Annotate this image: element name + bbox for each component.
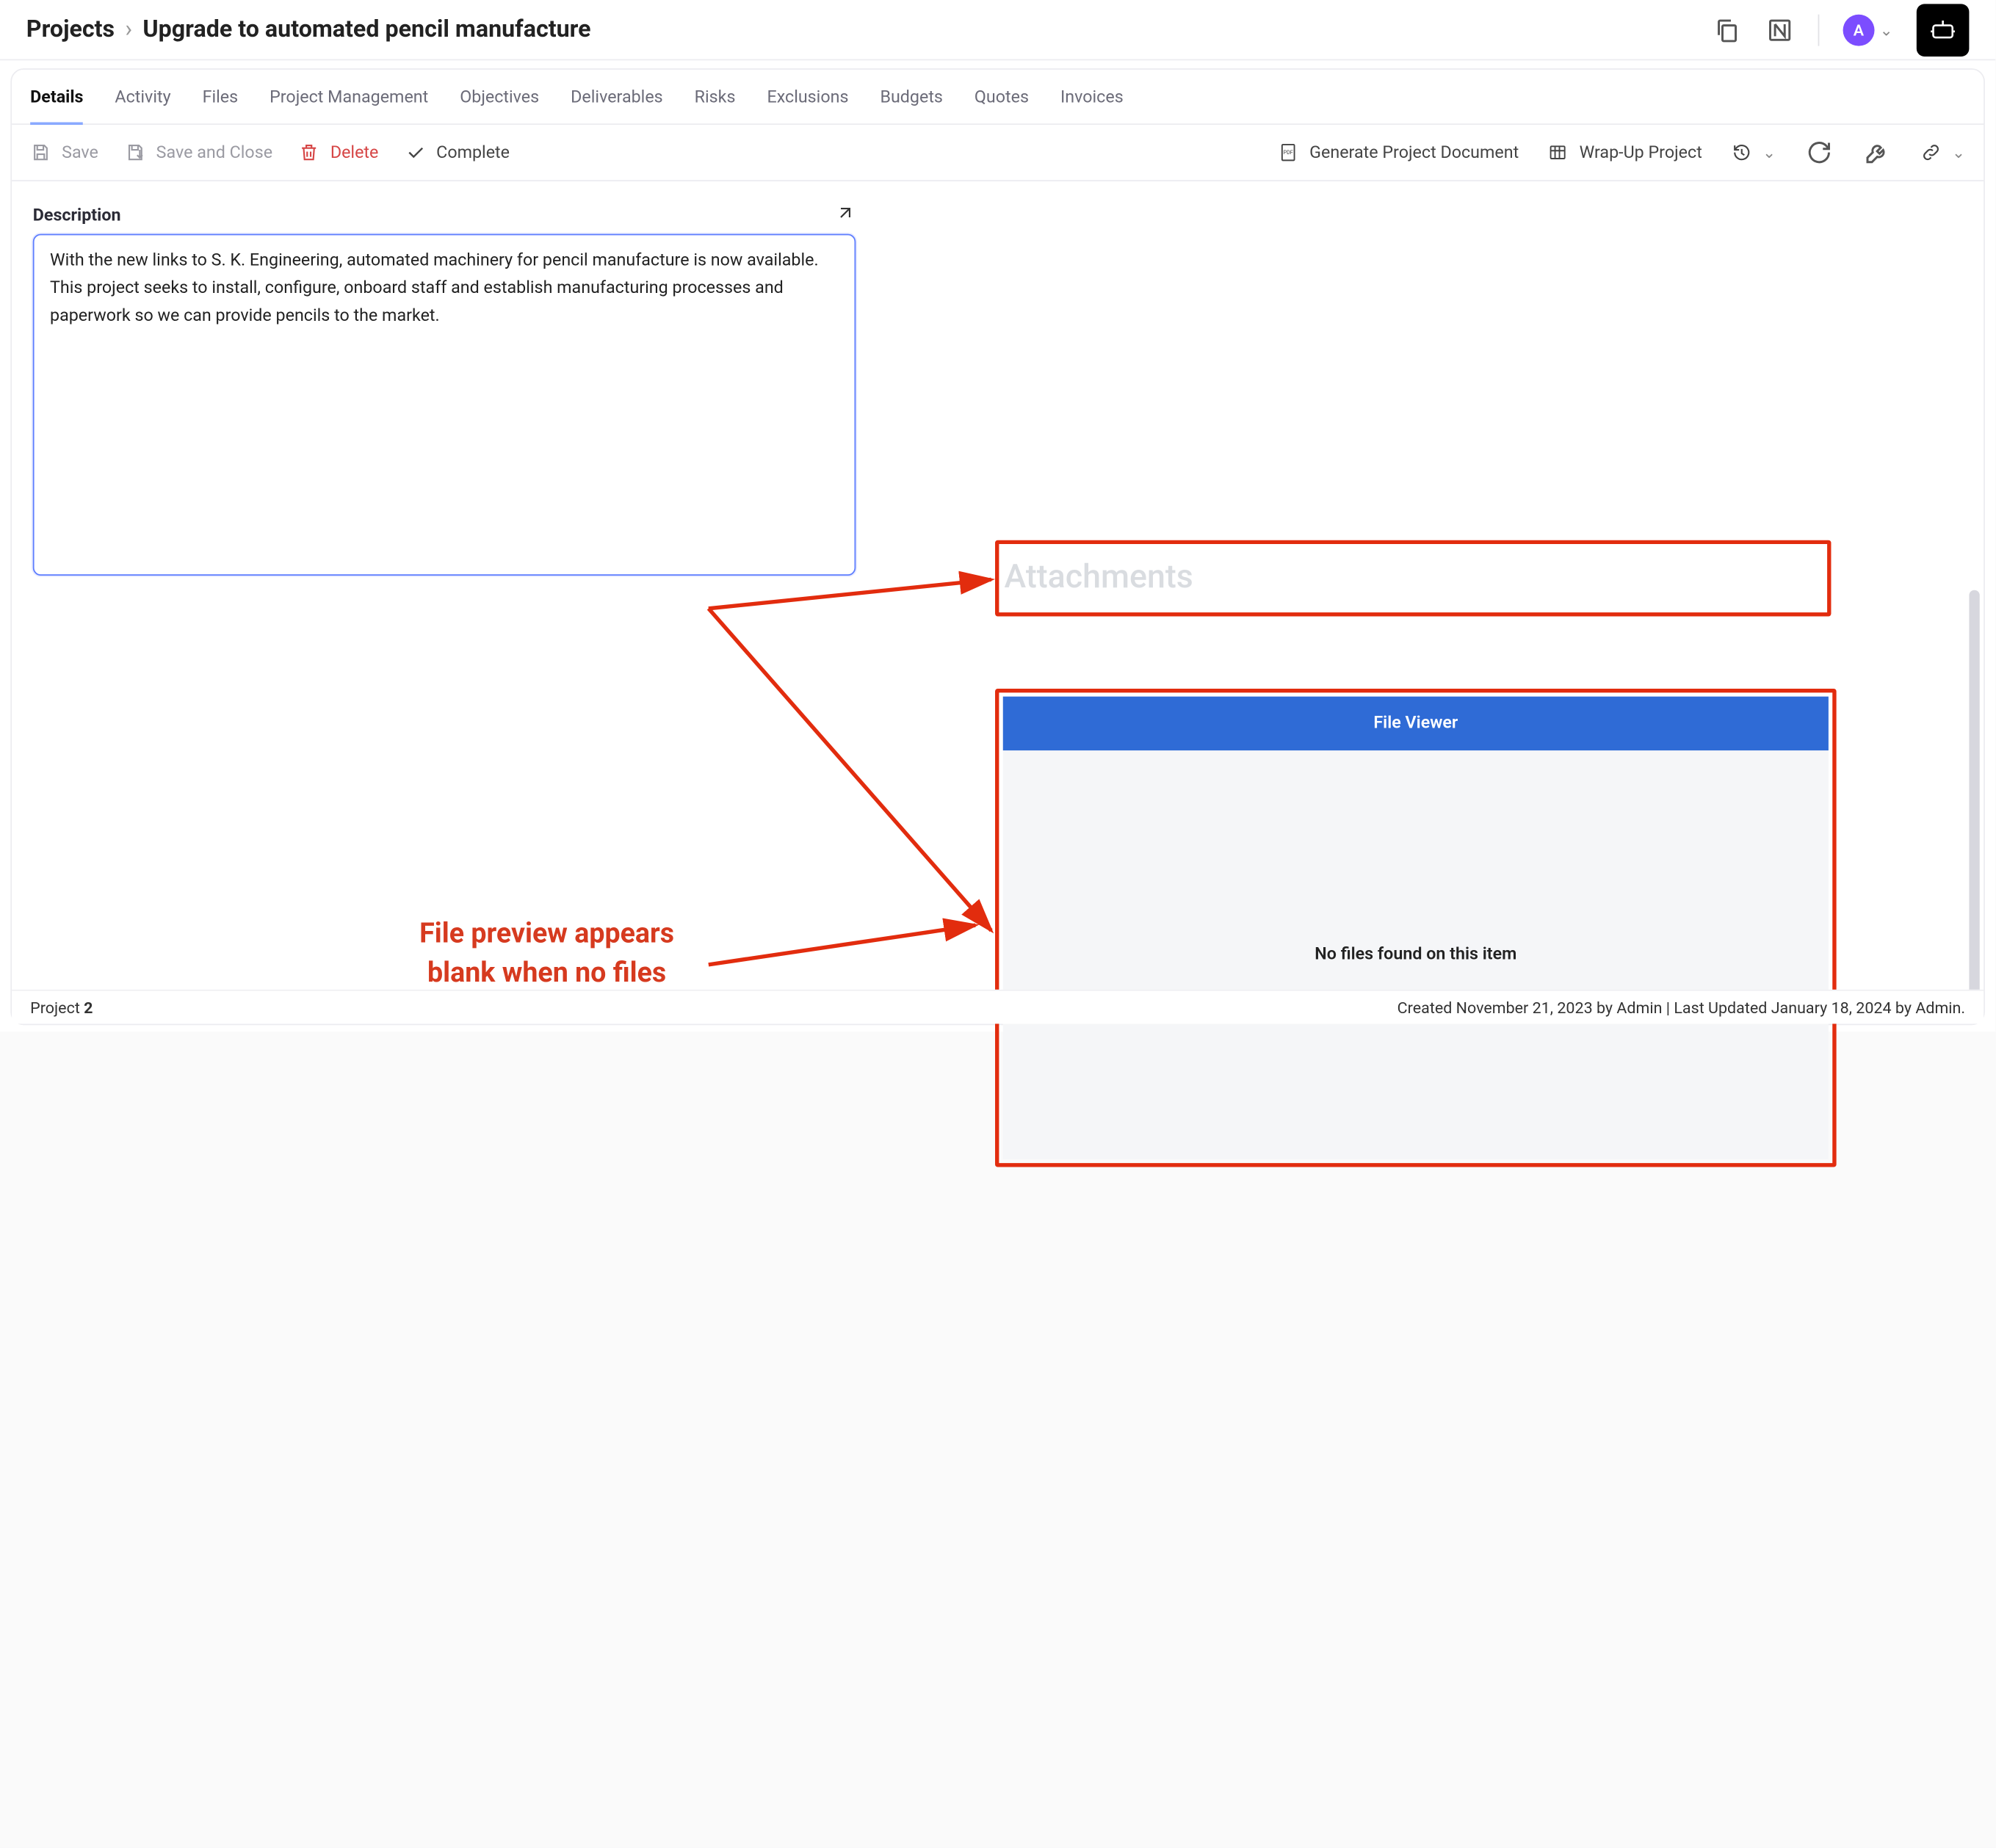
scrollbar-thumb[interactable]	[1969, 590, 1979, 1011]
save-label: Save	[62, 142, 98, 162]
generate-doc-button[interactable]: PDF Generate Project Document	[1278, 142, 1519, 163]
divider	[1818, 14, 1819, 46]
wrench-icon[interactable]	[1862, 138, 1891, 167]
project-id-number: 2	[84, 999, 93, 1017]
description-textarea[interactable]: With the new links to S. K. Engineering,…	[33, 234, 856, 576]
annotation-arrow-3	[702, 912, 1005, 978]
tab-deliverables[interactable]: Deliverables	[571, 88, 663, 123]
description-text: With the new links to S. K. Engineering,…	[50, 251, 819, 325]
footer-meta: Created November 21, 2023 by Admin | Las…	[1397, 999, 1965, 1017]
copy-icon[interactable]	[1713, 15, 1741, 44]
tab-activity[interactable]: Activity	[115, 88, 170, 123]
file-viewer: File Viewer No files found on this item	[1003, 697, 1829, 1159]
notion-icon[interactable]	[1765, 15, 1794, 44]
tab-quotes[interactable]: Quotes	[975, 88, 1029, 123]
delete-label: Delete	[330, 142, 379, 162]
annotation-arrow-2	[695, 589, 1024, 970]
chevron-down-icon: ⌄	[1880, 21, 1893, 39]
refresh-icon[interactable]	[1805, 138, 1834, 167]
tab-invoices[interactable]: Invoices	[1060, 88, 1124, 123]
annotation-rect-fileviewer: File Viewer No files found on this item	[995, 689, 1837, 1167]
project-id: Project 2	[30, 999, 93, 1017]
tab-objectives[interactable]: Objectives	[460, 88, 539, 123]
tab-details[interactable]: Details	[30, 88, 83, 123]
tab-exclusions[interactable]: Exclusions	[767, 88, 848, 123]
chevron-down-icon: ⌄	[1952, 143, 1965, 162]
save-close-label: Save and Close	[156, 142, 272, 162]
wrap-up-button[interactable]: Wrap-Up Project	[1548, 142, 1702, 163]
assistant-button[interactable]	[1917, 3, 1970, 56]
avatar: A	[1843, 14, 1874, 46]
tab-budgets[interactable]: Budgets	[880, 88, 943, 123]
chevron-right-icon: ›	[125, 15, 132, 43]
tab-project-management[interactable]: Project Management	[270, 88, 428, 123]
chevron-down-icon: ⌄	[1762, 143, 1776, 162]
annotation-rect-attachments	[995, 540, 1831, 617]
svg-text:PDF: PDF	[1284, 149, 1293, 156]
toolbar: Save Save and Close Delete Complete	[12, 125, 1984, 181]
history-dropdown[interactable]: ⌄	[1731, 142, 1776, 163]
save-button[interactable]: Save	[30, 142, 98, 163]
tab-risks[interactable]: Risks	[695, 88, 736, 123]
complete-label: Complete	[436, 142, 510, 162]
project-id-label: Project	[30, 999, 84, 1017]
description-label: Description	[33, 206, 121, 225]
breadcrumb: Projects › Upgrade to automated pencil m…	[26, 15, 591, 43]
main-card: Details Activity Files Project Managemen…	[10, 68, 1985, 1025]
expand-icon[interactable]	[835, 203, 856, 229]
save-close-button[interactable]: Save and Close	[125, 142, 272, 163]
tab-files[interactable]: Files	[203, 88, 239, 123]
file-viewer-empty-message: No files found on this item	[1003, 750, 1829, 1159]
file-viewer-header: File Viewer	[1003, 697, 1829, 750]
tab-body: Description With the new links to S. K. …	[12, 181, 1984, 996]
link-dropdown[interactable]: ⌄	[1920, 142, 1965, 163]
user-menu[interactable]: A ⌄	[1843, 14, 1892, 46]
generate-doc-label: Generate Project Document	[1309, 142, 1519, 162]
scrollbar[interactable]	[1967, 196, 1982, 985]
complete-button[interactable]: Complete	[405, 142, 510, 163]
footer: Project 2 Created November 21, 2023 by A…	[12, 990, 1984, 1024]
breadcrumb-root[interactable]: Projects	[26, 15, 115, 43]
tab-bar: Details Activity Files Project Managemen…	[12, 70, 1984, 125]
wrap-up-label: Wrap-Up Project	[1580, 142, 1702, 162]
delete-button[interactable]: Delete	[299, 142, 379, 163]
page-title: Upgrade to automated pencil manufacture	[142, 15, 590, 43]
header-bar: Projects › Upgrade to automated pencil m…	[0, 0, 1995, 60]
